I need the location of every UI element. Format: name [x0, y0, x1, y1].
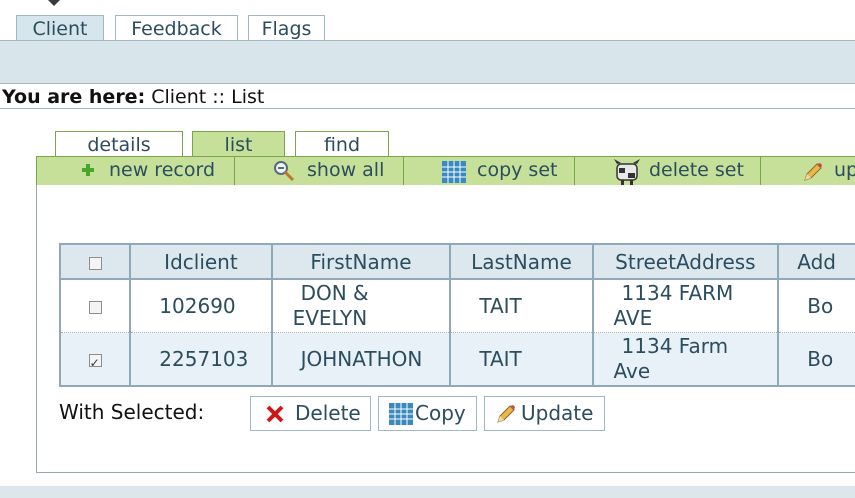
cell-firstname-line1: DON & [300, 281, 369, 305]
logo-fragment [48, 0, 60, 6]
update-bulk-button[interactable]: Update [484, 396, 605, 431]
column-header-streetaddress[interactable]: StreetAddress [591, 243, 780, 280]
action-toolbar: new record show all copy set delete set … [36, 156, 855, 186]
toolbar-separator [234, 157, 235, 185]
delete-set-button[interactable]: delete set [613, 157, 744, 185]
cell-street-line2: AVE [613, 306, 653, 330]
column-header-add[interactable]: Add [777, 243, 855, 280]
row-checkbox[interactable] [88, 351, 102, 376]
row-select-cell [58, 279, 132, 333]
clients-table: Idclient FirstName LastName StreetAddres… [58, 243, 855, 387]
cell-streetaddress: 1134 Farm Ave [591, 332, 780, 387]
show-all-button[interactable]: show all [273, 157, 384, 185]
cell-idclient: 2257103 [129, 332, 273, 387]
table-header-row: Idclient FirstName LastName StreetAddres… [58, 243, 855, 280]
magnifier-icon [273, 160, 295, 182]
table-row[interactable]: 102690 DON & EVELYN TAIT 1134 FARM AVE B… [58, 279, 855, 333]
tab-list[interactable]: list [192, 131, 285, 157]
row-checkbox[interactable] [88, 300, 102, 314]
tab-flags[interactable]: Flags [248, 15, 325, 41]
tab-feedback[interactable]: Feedback [115, 15, 238, 41]
cell-add: Bo [777, 279, 855, 333]
bottom-band [0, 486, 855, 498]
plus-icon [81, 163, 95, 177]
cell-add: Bo [777, 332, 855, 387]
cell-lastname: TAIT [449, 279, 594, 333]
cell-street-line2: Ave [613, 359, 651, 383]
delete-label: Delete [295, 401, 361, 425]
toolbar-separator [403, 157, 404, 185]
select-all-header [58, 243, 132, 280]
column-header-lastname[interactable]: LastName [449, 243, 594, 280]
cell-firstname-line2: EVELYN [292, 306, 368, 330]
cell-idclient: 102690 [129, 279, 273, 333]
delete-button[interactable]: Delete [250, 396, 371, 431]
cell-lastname: TAIT [449, 332, 594, 387]
new-record-button[interactable]: new record [81, 157, 215, 185]
cow-icon [613, 158, 641, 186]
row-select-cell [58, 332, 132, 387]
select-all-checkbox[interactable] [88, 256, 102, 270]
pencil-icon [495, 403, 517, 425]
toolbar-separator [760, 157, 761, 185]
breadcrumb-path: Client :: List [151, 86, 265, 108]
breadcrumb-prefix: You are here: [2, 86, 146, 108]
tab-find[interactable]: find [295, 131, 389, 157]
tab-details[interactable]: details [55, 131, 183, 157]
column-header-firstname[interactable]: FirstName [270, 243, 452, 280]
with-selected-label: With Selected: [59, 400, 205, 424]
cell-street-line1: 1134 Farm [621, 334, 729, 358]
copy-set-button[interactable]: copy set [441, 157, 557, 185]
new-record-label: new record [109, 159, 216, 181]
breadcrumb-divider [0, 108, 855, 109]
column-header-idclient[interactable]: Idclient [129, 243, 273, 280]
spreadsheet-icon [388, 402, 414, 426]
cell-firstname: DON & EVELYN [270, 279, 452, 333]
breadcrumb: You are here: Client :: List [2, 86, 264, 108]
top-band [0, 41, 855, 84]
copy-button[interactable]: Copy [378, 396, 477, 431]
red-x-icon [265, 404, 285, 424]
pencil-icon [802, 161, 824, 183]
update-button[interactable]: up [802, 157, 855, 185]
spreadsheet-icon [441, 160, 467, 184]
copy-label: Copy [415, 401, 466, 425]
table-row[interactable]: 2257103 JOHNATHON TAIT 1134 Farm Ave Bo [58, 332, 855, 387]
cell-streetaddress: 1134 FARM AVE [591, 279, 780, 333]
toolbar-separator [574, 157, 575, 185]
cell-firstname: JOHNATHON [270, 332, 452, 387]
tab-client[interactable]: Client [16, 15, 104, 42]
cell-street-line1: 1134 FARM [621, 281, 734, 305]
update-bulk-label: Update [521, 401, 594, 425]
